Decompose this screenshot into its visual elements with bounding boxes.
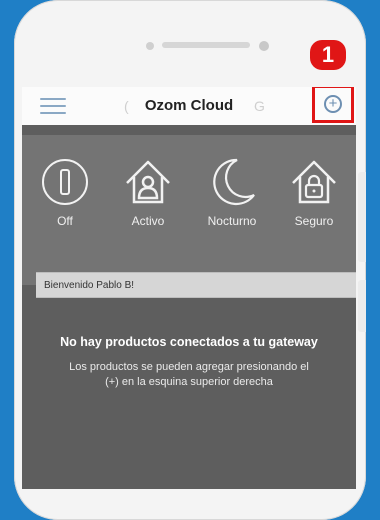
moon-icon [213,158,255,206]
power-button [358,280,366,332]
front-camera [146,42,154,50]
add-product-button[interactable]: + [312,87,354,123]
app-screen: ( Ozom Cloud G + Off Activo Nocturno Seg… [22,87,356,489]
mode-nocturno-label: Nocturno [207,214,257,228]
empty-state-line-2: (+) en la esquina superior derecha [105,376,273,388]
home-lock-icon [292,160,336,204]
welcome-banner: Bienvenido Pablo B! [36,272,356,298]
mode-seguro-button[interactable]: Seguro [272,157,356,228]
mode-activo-button[interactable]: Activo [106,157,190,228]
ghost-text-right: G [254,98,265,114]
step-number-badge: 1 [310,40,346,70]
empty-state-title: No hay productos conectados a tu gateway [60,335,318,349]
security-modes-panel: Off Activo Nocturno Seguro [22,135,356,285]
mode-seguro-label: Seguro [294,214,334,228]
empty-state-line-1: Los productos se pueden agregar presiona… [69,361,309,373]
empty-state-description: Los productos se pueden agregar presiona… [22,360,356,390]
page-title: Ozom Cloud [144,97,234,114]
home-person-icon [126,160,170,204]
mode-nocturno-button[interactable]: Nocturno [190,157,274,228]
earpiece-speaker [162,42,250,48]
volume-button [358,172,366,262]
mode-activo-label: Activo [131,214,165,228]
mode-off-label: Off [57,214,73,228]
plus-circle-icon: + [324,95,342,113]
power-icon [42,159,88,205]
mode-off-button[interactable]: Off [23,157,107,228]
app-bar: ( Ozom Cloud G + [22,87,356,125]
proximity-sensor [259,41,269,51]
